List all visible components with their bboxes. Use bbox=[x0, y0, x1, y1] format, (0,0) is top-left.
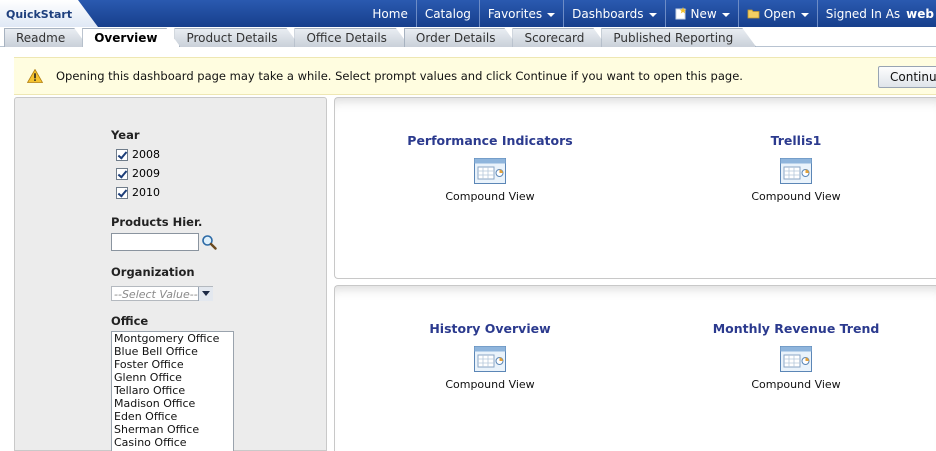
continue-button[interactable]: Continue bbox=[878, 66, 936, 88]
list-item[interactable]: Casino Office bbox=[112, 436, 233, 449]
view-type-label: Compound View bbox=[751, 378, 841, 391]
warning-message: Opening this dashboard page may take a w… bbox=[56, 69, 743, 83]
chevron-down-icon[interactable] bbox=[198, 287, 213, 301]
continue-label: Continue bbox=[890, 70, 936, 84]
catalog-label: Catalog bbox=[424, 6, 471, 21]
dashboards-menu[interactable]: Dashboards bbox=[563, 0, 664, 27]
tab-scorecard[interactable]: Scorecard bbox=[512, 28, 607, 47]
year-checkbox-2008[interactable]: 2008 bbox=[116, 148, 160, 161]
view-title[interactable]: Monthly Revenue Trend bbox=[686, 321, 906, 336]
chevron-down-icon bbox=[721, 12, 730, 17]
chevron-down-icon bbox=[547, 12, 556, 17]
dashboards-label: Dashboards bbox=[572, 6, 644, 21]
open-label: Open bbox=[763, 6, 796, 21]
checkbox-checked-icon[interactable] bbox=[116, 167, 128, 180]
app-title-tab: QuickStart bbox=[0, 0, 98, 27]
tab-order-details[interactable]: Order Details bbox=[404, 28, 519, 47]
global-nav: Home Catalog Favorites Dashboards New Op… bbox=[364, 0, 936, 27]
view-trellis1[interactable]: Trellis1 Compound View bbox=[686, 133, 906, 203]
catalog-link[interactable]: Catalog bbox=[415, 0, 479, 27]
signed-in-menu[interactable]: Signed In As web bbox=[816, 0, 936, 27]
tab-label: Office Details bbox=[306, 31, 387, 45]
dashboard-tab-bar: Readme Overview Product Details Office D… bbox=[0, 27, 936, 47]
chevron-down-icon bbox=[648, 12, 657, 17]
list-item[interactable]: Foster Office bbox=[112, 358, 233, 371]
list-item[interactable]: Glenn Office bbox=[112, 371, 233, 384]
open-menu[interactable]: Open bbox=[737, 0, 817, 27]
year-option-label: 2009 bbox=[132, 167, 160, 180]
search-icon[interactable] bbox=[201, 234, 217, 250]
tab-readme[interactable]: Readme bbox=[4, 28, 88, 47]
year-checkbox-2009[interactable]: 2009 bbox=[116, 167, 160, 180]
tab-published-reporting[interactable]: Published Reporting bbox=[601, 28, 756, 47]
view-title[interactable]: Performance Indicators bbox=[380, 133, 600, 148]
home-link[interactable]: Home bbox=[364, 0, 415, 27]
tab-label: Product Details bbox=[186, 31, 278, 45]
compound-view-icon[interactable] bbox=[780, 346, 812, 372]
view-title[interactable]: History Overview bbox=[380, 321, 600, 336]
warning-icon bbox=[27, 69, 43, 83]
compound-view-icon[interactable] bbox=[474, 158, 506, 184]
global-header: QuickStart Home Catalog Favorites Dashbo… bbox=[0, 0, 936, 27]
tab-label: Published Reporting bbox=[613, 31, 734, 45]
products-hier-label: Products Hier. bbox=[111, 215, 203, 229]
tab-label: Order Details bbox=[415, 31, 496, 45]
year-option-label: 2008 bbox=[132, 148, 160, 161]
tab-label: Scorecard bbox=[524, 31, 585, 45]
home-label: Home bbox=[372, 6, 408, 21]
list-item[interactable]: Madison Office bbox=[112, 397, 233, 410]
checkbox-checked-icon[interactable] bbox=[116, 186, 128, 199]
user-name: web bbox=[906, 6, 934, 21]
list-item[interactable]: Sherman Office bbox=[112, 423, 233, 436]
folder-icon bbox=[747, 9, 760, 19]
year-option-label: 2010 bbox=[132, 186, 160, 199]
dashboard-section-1: Performance Indicators Compound View Tre… bbox=[334, 97, 936, 279]
app-title: QuickStart bbox=[6, 8, 73, 21]
new-label: New bbox=[690, 6, 717, 21]
view-title[interactable]: Trellis1 bbox=[686, 133, 906, 148]
tab-overview[interactable]: Overview bbox=[82, 28, 180, 47]
compound-view-icon[interactable] bbox=[474, 346, 506, 372]
tab-label: Readme bbox=[16, 31, 66, 45]
new-menu[interactable]: New bbox=[664, 0, 738, 27]
view-type-label: Compound View bbox=[445, 378, 535, 391]
list-item[interactable]: Blue Bell Office bbox=[112, 345, 233, 358]
organization-placeholder: --Select Value-- bbox=[114, 288, 198, 301]
checkbox-checked-icon[interactable] bbox=[116, 148, 128, 161]
warning-banner: Opening this dashboard page may take a w… bbox=[14, 57, 936, 95]
favorites-menu[interactable]: Favorites bbox=[478, 0, 563, 27]
year-checkbox-2010[interactable]: 2010 bbox=[116, 186, 160, 199]
view-type-label: Compound View bbox=[445, 190, 535, 203]
view-history-overview[interactable]: History Overview Compound View bbox=[380, 321, 600, 391]
year-label: Year bbox=[111, 128, 140, 142]
products-hier-input[interactable] bbox=[111, 233, 199, 251]
favorites-label: Favorites bbox=[487, 6, 543, 21]
tab-product-details[interactable]: Product Details bbox=[174, 28, 300, 47]
view-performance-indicators[interactable]: Performance Indicators Compound View bbox=[380, 133, 600, 203]
list-item[interactable]: Montgomery Office bbox=[112, 332, 233, 345]
office-listbox[interactable]: Montgomery Office Blue Bell Office Foste… bbox=[111, 331, 234, 451]
list-item[interactable]: Tellaro Office bbox=[112, 384, 233, 397]
new-document-icon bbox=[675, 7, 686, 20]
view-type-label: Compound View bbox=[751, 190, 841, 203]
dashboard-section-2: History Overview Compound View Monthly R… bbox=[334, 285, 936, 451]
view-monthly-revenue-trend[interactable]: Monthly Revenue Trend Compound View bbox=[686, 321, 906, 391]
tab-office-details[interactable]: Office Details bbox=[294, 28, 409, 47]
tab-label: Overview bbox=[94, 31, 158, 45]
organization-label: Organization bbox=[111, 265, 195, 279]
list-item[interactable]: Eden Office bbox=[112, 410, 233, 423]
prompt-panel: Year 2008 2009 2010 Products Hier. Organ… bbox=[14, 97, 327, 451]
signed-in-label: Signed In As bbox=[825, 6, 901, 21]
compound-view-icon[interactable] bbox=[780, 158, 812, 184]
chevron-down-icon bbox=[800, 12, 809, 17]
office-label: Office bbox=[111, 314, 149, 328]
